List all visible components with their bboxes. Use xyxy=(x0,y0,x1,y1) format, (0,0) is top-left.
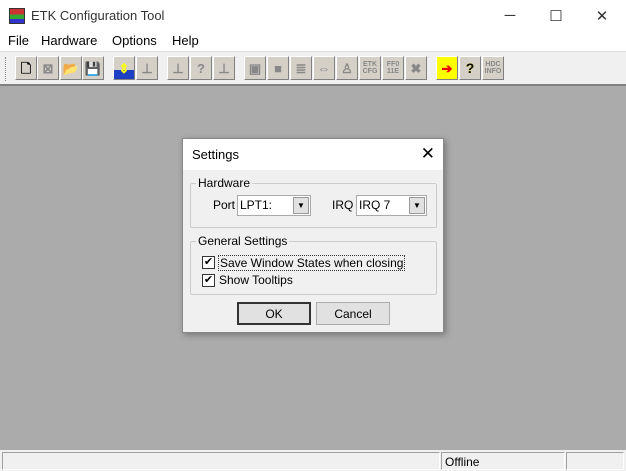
hdc-info-button[interactable]: HDC INFO xyxy=(482,56,504,80)
list-icon: ≣ xyxy=(295,60,307,76)
show-tooltips-label[interactable]: Show Tooltips xyxy=(219,273,293,287)
dialog-close-button[interactable]: ✕ xyxy=(421,144,435,164)
list-button[interactable]: ≣ xyxy=(290,56,312,80)
stamp-button[interactable]: ♙ xyxy=(336,56,358,80)
hdc-info-icon: HDC INFO xyxy=(484,61,502,75)
window-title: ETK Configuration Tool xyxy=(31,8,165,23)
app-icon xyxy=(9,8,25,24)
etk-icon: ⊥ xyxy=(141,60,153,76)
tools-button[interactable]: ✖ xyxy=(405,56,427,80)
status-panel-extra xyxy=(566,452,624,470)
menu-options[interactable]: Options xyxy=(112,33,157,48)
open-button[interactable]: 📂 xyxy=(60,56,82,80)
resize-button[interactable]: ⇔ xyxy=(313,56,335,80)
etk-query-icon: ? xyxy=(197,60,205,76)
menu-hardware[interactable]: Hardware xyxy=(41,33,97,48)
ff011e-icon: FF0 11E xyxy=(386,61,400,75)
etk-down-icon: ⊥ xyxy=(172,60,184,76)
settings-dialog: Settings ✕ Hardware Port LPT1: ▼ IRQ IRQ… xyxy=(182,138,444,333)
connect-etk-button[interactable]: ⇕ xyxy=(113,56,135,80)
block-icon: ■ xyxy=(274,60,282,76)
etk-up-icon: ⊥ xyxy=(218,60,230,76)
window-button[interactable]: ▣ xyxy=(244,56,266,80)
new-icon: 🗋 xyxy=(20,60,32,76)
port-value: LPT1: xyxy=(240,198,273,212)
general-settings-label: General Settings xyxy=(196,234,290,248)
port-label: Port xyxy=(213,198,236,212)
toolbar: 🗋 ⊠ 📂 💾 ⇕ ⊥ ⊥? ⊥ ▣ ■ ≣ ⇔ ♙ ETK CFG FF0 11E ✖ ➔? HDC INFO xyxy=(0,51,626,84)
port-select[interactable]: LPT1: ▼ xyxy=(237,195,311,216)
etk-button[interactable]: ⊥ xyxy=(136,56,158,80)
tools-icon: ✖ xyxy=(410,60,422,76)
minimize-button[interactable]: ─ xyxy=(487,0,533,31)
help-icon: ? xyxy=(465,59,475,76)
dialog-title: Settings xyxy=(192,147,239,162)
stamp-icon: ♙ xyxy=(341,60,353,76)
general-settings-group: General Settings ✔ Save Window States wh… xyxy=(190,234,437,295)
etk-up-button[interactable]: ⊥ xyxy=(213,56,235,80)
status-bar: Offline xyxy=(0,450,626,471)
irq-value: IRQ 7 xyxy=(359,198,391,212)
maximize-button[interactable]: ☐ xyxy=(533,0,579,31)
exit-button[interactable]: ➔ xyxy=(436,56,458,80)
show-tooltips-checkbox[interactable]: ✔ xyxy=(202,274,215,287)
hardware-group: Hardware Port LPT1: ▼ IRQ IRQ 7 ▼ xyxy=(190,176,437,228)
delete-icon: ⊠ xyxy=(42,60,54,76)
save-icon: 💾 xyxy=(84,60,102,76)
menu-help[interactable]: Help xyxy=(172,33,199,48)
irq-select[interactable]: IRQ 7 ▼ xyxy=(356,195,427,216)
exit-icon: ➔ xyxy=(441,60,453,76)
window-icon: ▣ xyxy=(248,60,262,76)
ok-button[interactable]: OK xyxy=(237,302,311,325)
status-panel-main xyxy=(2,452,440,470)
etk-query-button[interactable]: ? xyxy=(190,56,212,80)
save-window-states-label[interactable]: Save Window States when closing xyxy=(218,255,406,271)
block-button[interactable]: ■ xyxy=(267,56,289,80)
etk-down-button[interactable]: ⊥ xyxy=(167,56,189,80)
dialog-title-bar: Settings ✕ xyxy=(183,139,443,170)
connection-status: Offline xyxy=(441,452,565,470)
ff011e-button[interactable]: FF0 11E xyxy=(382,56,404,80)
save-button[interactable]: 💾 xyxy=(82,56,104,80)
help-button[interactable]: ? xyxy=(459,56,481,80)
delete-button[interactable]: ⊠ xyxy=(37,56,59,80)
toolbar-grip[interactable] xyxy=(5,57,8,81)
irq-label: IRQ xyxy=(332,198,354,212)
connect-etk-icon: ⇕ xyxy=(118,60,130,76)
etk-cfg-icon: ETK CFG xyxy=(362,61,378,75)
title-bar: ETK Configuration Tool ─ ☐ ✕ xyxy=(0,0,626,31)
open-icon: 📂 xyxy=(62,60,80,76)
cancel-button[interactable]: Cancel xyxy=(316,302,390,325)
menu-bar: File Hardware Options Help xyxy=(0,31,626,51)
menu-file[interactable]: File xyxy=(8,33,29,48)
etk-cfg-button[interactable]: ETK CFG xyxy=(359,56,381,80)
chevron-down-icon[interactable]: ▼ xyxy=(293,197,309,214)
close-button[interactable]: ✕ xyxy=(579,0,625,31)
chevron-down-icon[interactable]: ▼ xyxy=(409,197,425,214)
save-window-states-checkbox[interactable]: ✔ xyxy=(202,256,215,269)
resize-icon: ⇔ xyxy=(317,60,331,76)
hardware-group-label: Hardware xyxy=(196,176,253,190)
new-button[interactable]: 🗋 xyxy=(15,56,37,80)
